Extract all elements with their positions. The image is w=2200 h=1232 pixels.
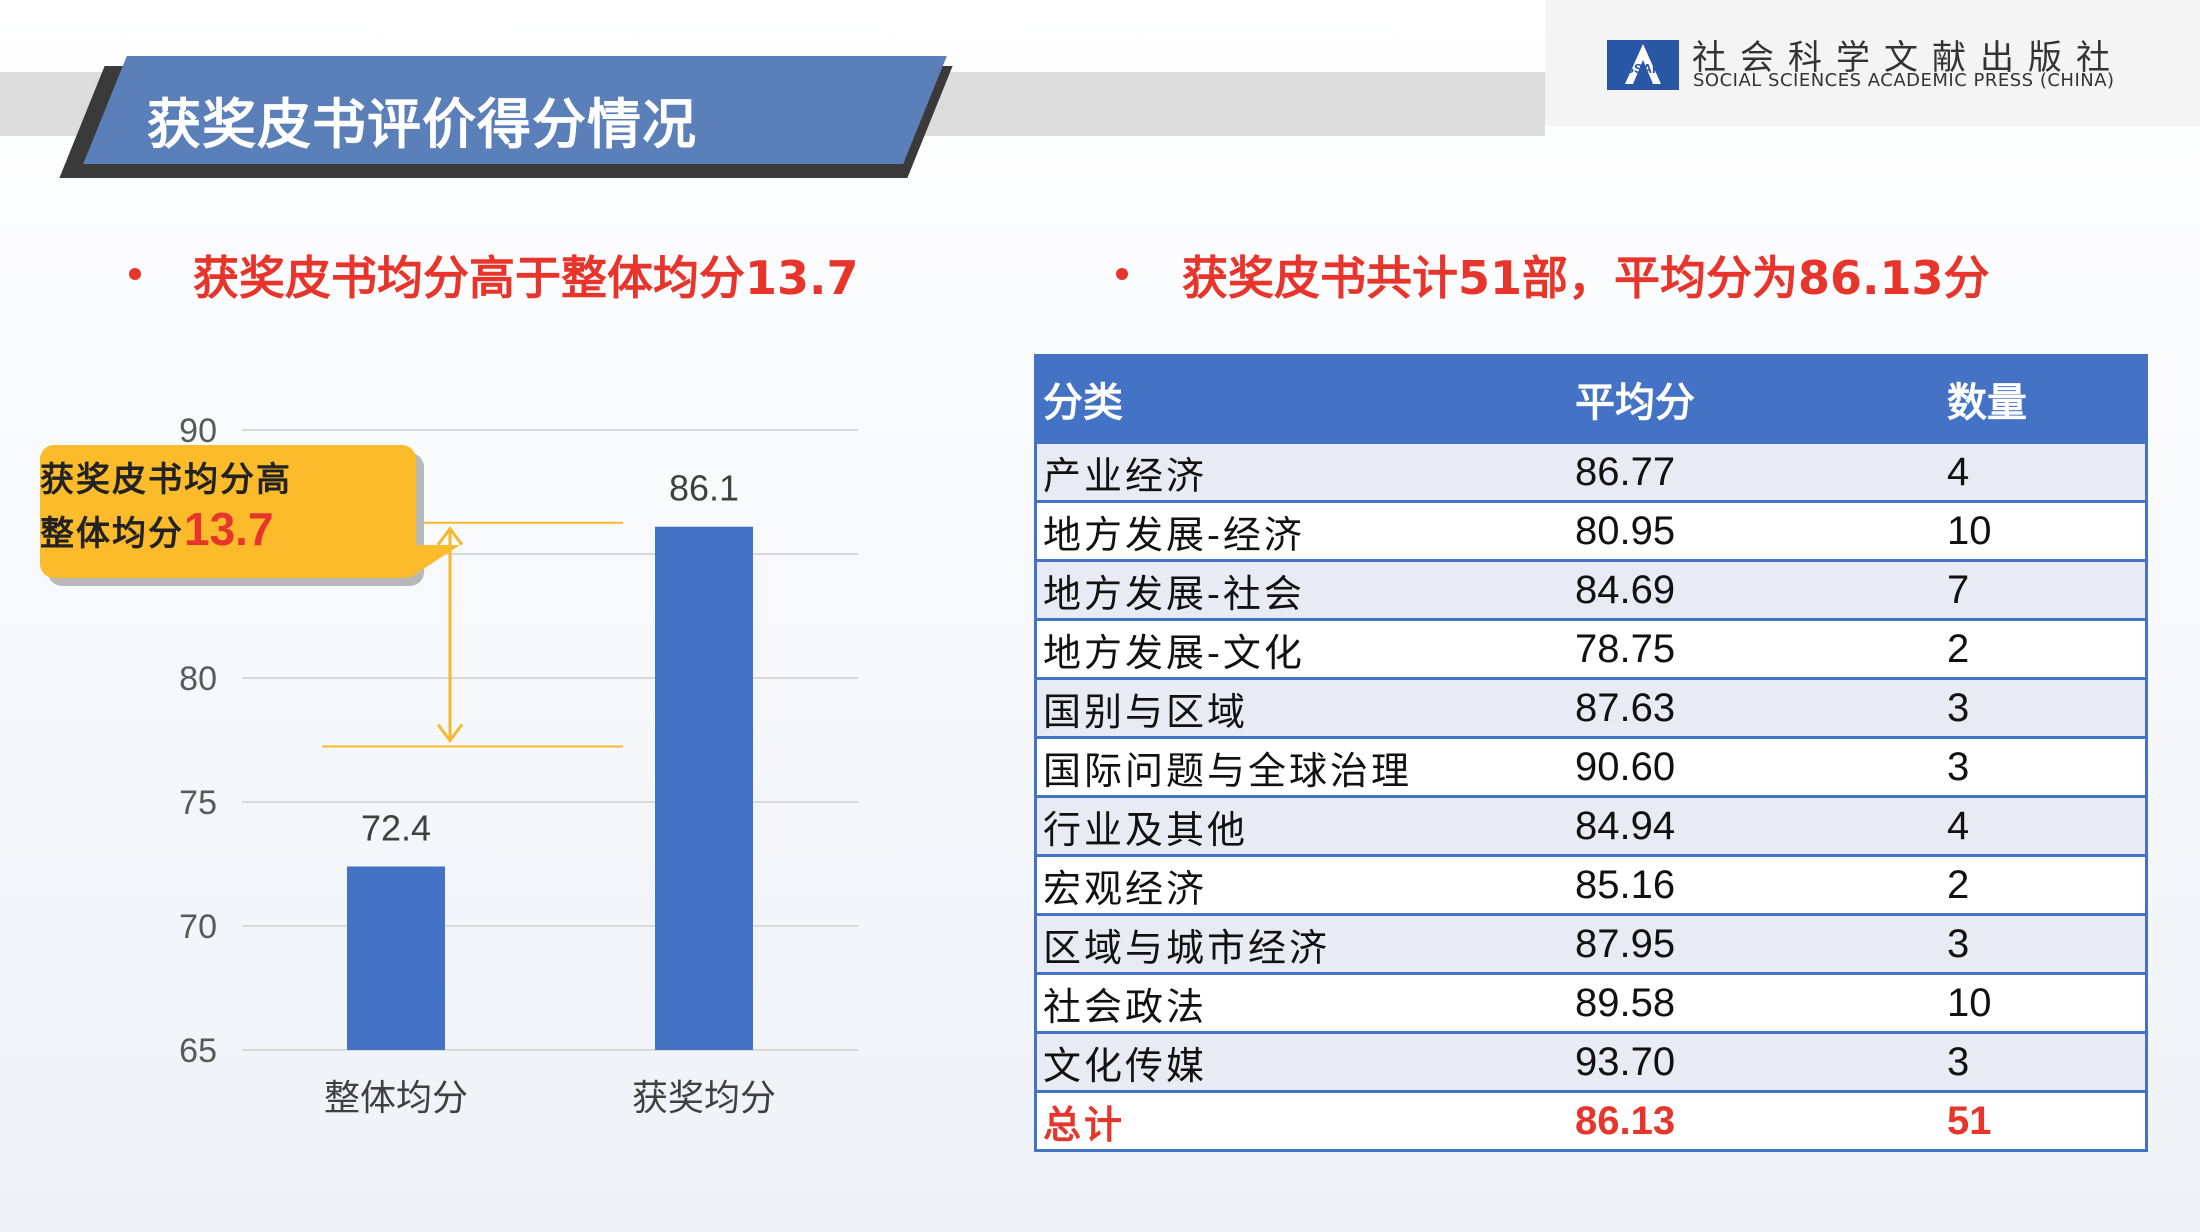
- header-average: 平均分: [1569, 355, 1941, 443]
- cell-count: 3: [1941, 1031, 2147, 1092]
- cell-total-count: 51: [1941, 1090, 2147, 1151]
- cell-count: 3: [1941, 913, 2147, 974]
- cell-count: 2: [1941, 618, 2147, 679]
- table-row: 地方发展-经济 80.95 10: [1035, 500, 2147, 561]
- table-total-row: 总计 86.13 51: [1035, 1090, 2147, 1151]
- header-category: 分类: [1035, 355, 1569, 443]
- header-count: 数量: [1941, 355, 2147, 443]
- cell-category: 地方发展-社会: [1035, 559, 1569, 620]
- cell-average: 87.95: [1569, 913, 1941, 974]
- cell-total-average: 86.13: [1569, 1090, 1941, 1151]
- cell-average: 89.58: [1569, 972, 1941, 1033]
- y-tick-label: 70: [179, 908, 217, 946]
- x-category-label: 整体均分: [324, 1078, 468, 1119]
- callout-value: 13.7: [184, 503, 274, 555]
- table-row: 地方发展-社会 84.69 7: [1035, 559, 2147, 620]
- cell-average: 78.75: [1569, 618, 1941, 679]
- cell-category: 社会政法: [1035, 972, 1569, 1033]
- cell-category: 区域与城市经济: [1035, 913, 1569, 974]
- table-header-row: 分类 平均分 数量: [1035, 355, 2147, 443]
- table-row: 文化传媒 93.70 3: [1035, 1031, 2147, 1092]
- cell-average: 93.70: [1569, 1031, 1941, 1092]
- cell-count: 4: [1941, 795, 2147, 856]
- callout-text-line2: 整体均分13.7: [40, 502, 274, 556]
- bar-value-label: 86.1: [669, 468, 739, 509]
- callout-text-line1: 获奖皮书均分高: [40, 460, 292, 500]
- cell-category: 宏观经济: [1035, 854, 1569, 915]
- cell-category: 国别与区域: [1035, 677, 1569, 738]
- category-score-table: 分类 平均分 数量 产业经济 86.77 4 地方发展-经济 80.95 10 地方发展…: [1034, 354, 2148, 1152]
- cell-total-label: 总计: [1035, 1090, 1569, 1151]
- cell-count: 3: [1941, 677, 2147, 738]
- cell-category: 产业经济: [1035, 441, 1569, 502]
- cell-count: 7: [1941, 559, 2147, 620]
- bar: [655, 526, 753, 1050]
- cell-average: 87.63: [1569, 677, 1941, 738]
- cell-count: 10: [1941, 972, 2147, 1033]
- cell-category: 行业及其他: [1035, 795, 1569, 856]
- y-tick-label: 80: [179, 660, 217, 698]
- table-row: 国际问题与全球治理 90.60 3: [1035, 736, 2147, 797]
- callout-label: 整体均分: [40, 514, 184, 554]
- cell-average: 85.16: [1569, 854, 1941, 915]
- y-tick-label: 75: [179, 784, 217, 822]
- bar: [347, 866, 445, 1050]
- cell-count: 10: [1941, 500, 2147, 561]
- table-row: 地方发展-文化 78.75 2: [1035, 618, 2147, 679]
- table-row: 社会政法 89.58 10: [1035, 972, 2147, 1033]
- bar-value-label: 72.4: [361, 807, 431, 848]
- table-row: 区域与城市经济 87.95 3: [1035, 913, 2147, 974]
- cell-count: 2: [1941, 854, 2147, 915]
- cell-category: 地方发展-经济: [1035, 500, 1569, 561]
- cell-average: 84.69: [1569, 559, 1941, 620]
- y-tick-label: 65: [179, 1032, 217, 1070]
- cell-count: 4: [1941, 441, 2147, 502]
- cell-category: 文化传媒: [1035, 1031, 1569, 1092]
- table-row: 宏观经济 85.16 2: [1035, 854, 2147, 915]
- cell-category: 国际问题与全球治理: [1035, 736, 1569, 797]
- cell-average: 80.95: [1569, 500, 1941, 561]
- cell-category: 地方发展-文化: [1035, 618, 1569, 679]
- cell-average: 86.77: [1569, 441, 1941, 502]
- table-row: 产业经济 86.77 4: [1035, 441, 2147, 502]
- cell-average: 84.94: [1569, 795, 1941, 856]
- x-category-label: 获奖均分: [632, 1078, 776, 1119]
- table-row: 行业及其他 84.94 4: [1035, 795, 2147, 856]
- cell-average: 90.60: [1569, 736, 1941, 797]
- cell-count: 3: [1941, 736, 2147, 797]
- callout-pointer: [408, 545, 460, 579]
- table-row: 国别与区域 87.63 3: [1035, 677, 2147, 738]
